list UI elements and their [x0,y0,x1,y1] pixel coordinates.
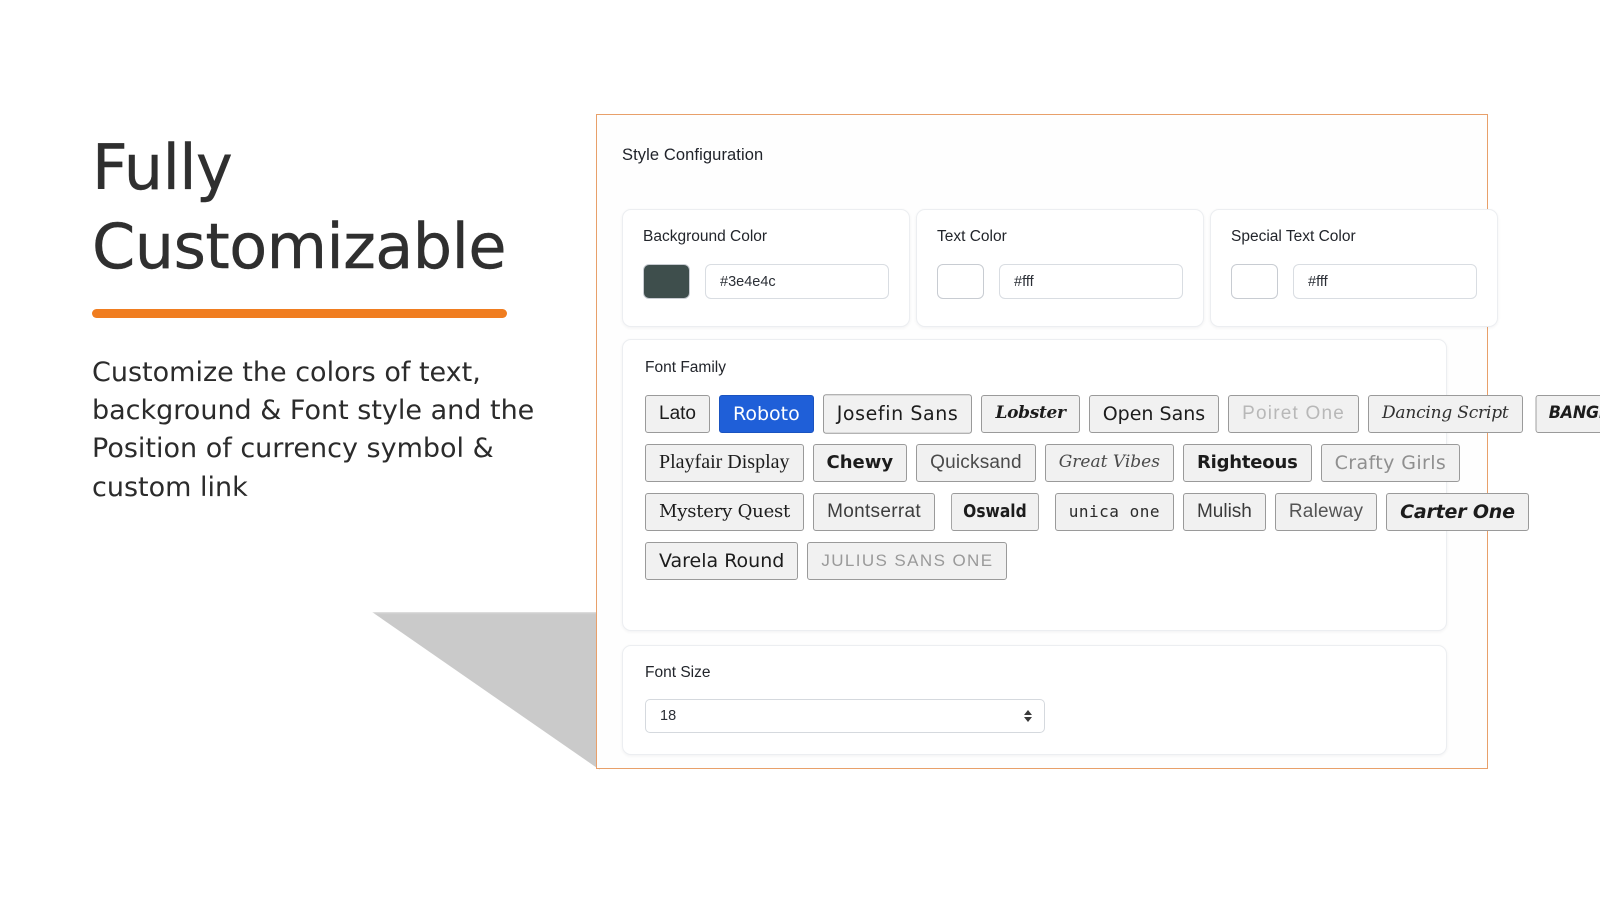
font-option-poiret-one[interactable]: Poiret One [1228,395,1359,433]
font-option-raleway[interactable]: Raleway [1274,493,1378,531]
background-color-swatch[interactable] [643,264,690,299]
font-option-unica-one[interactable]: unica one [1054,493,1174,531]
panel-heading: Style Configuration [622,146,764,164]
promo-block: Fully Customizable Customize the colors … [92,128,562,507]
page-title-line-2: Customizable [92,210,507,284]
text-color-input[interactable]: #fff [999,264,1183,299]
color-settings-row: Background Color #3e4e4c Text Color #fff… [622,209,1498,327]
font-option-mystery-quest[interactable]: Mystery Quest [645,493,805,531]
background-color-field: #3e4e4c [643,264,889,299]
font-family-row: Lato Roboto Josefin Sans Lobster Open Sans Po… [645,394,1600,434]
font-family-options: Lato Roboto Josefin Sans Lobster Open Sans Po… [645,394,1600,580]
spinner-arrows-icon[interactable] [1022,710,1034,722]
special-text-color-input[interactable]: #fff [1293,264,1477,299]
font-option-playfair-display[interactable]: Playfair Display [645,444,804,482]
slide-canvas: Fully Customizable Customize the colors … [0,0,1600,900]
panel-drop-shadow-triangle [372,612,600,770]
font-option-roboto[interactable]: Roboto [718,395,814,433]
font-option-chewy[interactable]: Chewy [812,444,908,482]
font-family-row: Varela Round Julius Sans One [645,542,1426,580]
special-text-color-label: Special Text Color [1231,228,1356,245]
font-option-oswald[interactable]: Oswald [951,493,1039,531]
text-color-label: Text Color [937,228,1007,245]
font-option-lobster[interactable]: Lobster [981,395,1080,433]
font-family-row: Mystery Quest Montserrat Oswald unica one Mu… [645,493,1529,531]
font-family-label: Font Family [645,359,726,376]
font-option-mulish[interactable]: Mulish [1182,493,1266,531]
font-option-quicksand[interactable]: Quicksand [916,444,1036,482]
font-option-montserrat[interactable]: Montserrat [813,493,935,531]
page-title-line-1: Fully [92,131,233,204]
font-size-label: Font Size [645,664,711,681]
special-text-color-field: #fff [1231,264,1477,299]
font-option-varela-round[interactable]: Varela Round [645,542,799,580]
font-option-crafty-girls[interactable]: Crafty Girls [1320,444,1461,482]
promo-description: Customize the colors of text, background… [92,356,535,503]
background-color-card: Background Color #3e4e4c [622,209,910,327]
font-size-input[interactable]: 18 [645,699,1045,733]
special-text-color-card: Special Text Color #fff [1210,209,1498,327]
font-option-righteous[interactable]: Righteous [1182,444,1312,482]
font-option-josefin-sans[interactable]: Josefin Sans [822,394,973,434]
title-accent-rule [92,308,507,318]
font-option-bangers[interactable]: BANGERS [1535,395,1600,433]
background-color-input[interactable]: #3e4e4c [705,264,889,299]
special-text-color-swatch[interactable] [1231,264,1278,299]
page-title: Fully Customizable [92,128,562,287]
font-option-open-sans[interactable]: Open Sans [1088,395,1220,433]
text-color-field: #fff [937,264,1183,299]
font-option-lato[interactable]: Lato [645,395,710,433]
text-color-card: Text Color #fff [916,209,1204,327]
background-color-label: Background Color [643,228,768,245]
text-color-swatch[interactable] [937,264,984,299]
font-option-julius-sans-one[interactable]: Julius Sans One [807,542,1008,580]
font-option-great-vibes[interactable]: Great Vibes [1044,444,1174,482]
font-size-value: 18 [660,708,677,724]
font-option-dancing-script[interactable]: Dancing Script [1367,395,1523,433]
font-size-card: Font Size 18 [622,645,1447,755]
font-family-row: Playfair Display Chewy Quicksand Great Vibe… [645,444,1461,482]
font-option-carter-one[interactable]: Carter One [1386,493,1529,531]
font-family-card: Font Family Lato Roboto Josefin Sans Lobste… [622,339,1600,631]
